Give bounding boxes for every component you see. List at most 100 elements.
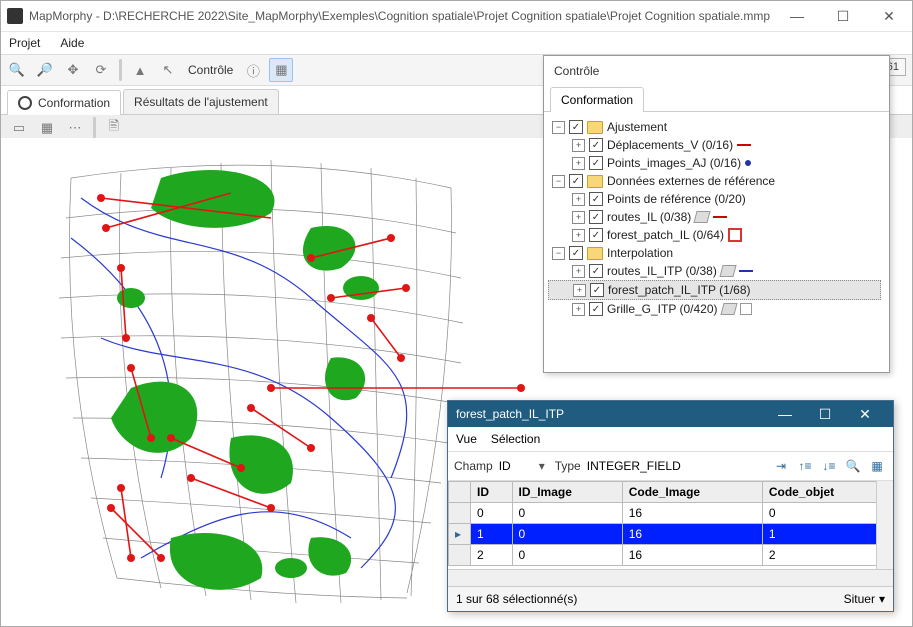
tool-icon[interactable]: ▭ — [7, 116, 31, 140]
expand-icon[interactable]: + — [572, 303, 585, 316]
table-row-selected[interactable]: ▸ 1 0 16 1 — [449, 524, 893, 545]
info-icon[interactable]: ⓘ — [241, 58, 265, 82]
vertical-scrollbar[interactable] — [876, 481, 893, 569]
tree-group-ajustement[interactable]: − Ajustement — [548, 118, 885, 136]
panel-tab-conformation[interactable]: Conformation — [550, 87, 644, 112]
tree-item[interactable]: + routes_IL (0/38) — [548, 208, 885, 226]
zoom-in-icon[interactable]: 🔍 — [5, 58, 29, 82]
champ-value[interactable]: ID — [499, 459, 529, 473]
checkbox[interactable] — [589, 228, 603, 242]
control-panel[interactable]: Contrôle Conformation − Ajustement + Dép… — [543, 55, 890, 373]
table-row[interactable]: 2 0 16 2 — [449, 545, 893, 566]
tool-icon[interactable]: ⋯ — [63, 116, 87, 140]
minimize-button[interactable]: — — [765, 406, 805, 422]
refresh-icon[interactable]: ⟳ — [89, 58, 113, 82]
tree-item[interactable]: + routes_IL_ITP (0/38) — [548, 262, 885, 280]
tab-resultats[interactable]: Résultats de l'ajustement — [123, 89, 279, 114]
close-button[interactable]: ✕ — [845, 406, 885, 423]
column-header[interactable]: ID_Image — [512, 482, 622, 503]
data-window[interactable]: forest_patch_IL_ITP — ☐ ✕ Vue Sélection … — [447, 400, 894, 612]
collapse-icon[interactable]: − — [552, 175, 565, 188]
tab-conformation[interactable]: Conformation — [7, 90, 121, 115]
checkbox[interactable] — [589, 192, 603, 206]
layer-tree[interactable]: − Ajustement + Déplacements_V (0/16) + P… — [544, 112, 889, 372]
chevron-down-icon[interactable]: ▾ — [879, 592, 885, 606]
sort-desc-icon[interactable]: ↓≡ — [819, 456, 839, 476]
sort-asc-icon[interactable]: ↑≡ — [795, 456, 815, 476]
table-icon[interactable]: ▦ — [867, 456, 887, 476]
grid-toggle-icon[interactable]: ▦ — [269, 58, 293, 82]
maximize-button[interactable]: ☐ — [820, 1, 866, 31]
data-grid[interactable]: ID ID_Image Code_Image Code_objet 0 0 16… — [448, 481, 893, 569]
tree-item[interactable]: + Points de référence (0/20) — [548, 190, 885, 208]
tree-item-selected[interactable]: + forest_patch_IL_ITP (1/68) — [548, 280, 881, 300]
tree-group-externes[interactable]: − Données externes de référence — [548, 172, 885, 190]
cell[interactable]: 1 — [762, 524, 892, 545]
tree-item[interactable]: + Points_images_AJ (0/16) — [548, 154, 885, 172]
checkbox[interactable] — [589, 302, 603, 316]
column-header[interactable]: ID — [471, 482, 513, 503]
close-button[interactable]: ✕ — [866, 1, 912, 31]
cell[interactable]: 16 — [622, 524, 762, 545]
column-header[interactable]: Code_Image — [622, 482, 762, 503]
cell[interactable]: 0 — [471, 503, 513, 524]
cell[interactable]: 2 — [471, 545, 513, 566]
collapse-icon[interactable]: − — [552, 247, 565, 260]
checkbox[interactable] — [589, 156, 603, 170]
menu-projet[interactable]: Projet — [5, 34, 44, 52]
cell[interactable]: 0 — [512, 503, 622, 524]
expand-icon[interactable]: + — [572, 229, 585, 242]
expand-icon[interactable]: + — [572, 265, 585, 278]
collapse-icon[interactable]: − — [552, 121, 565, 134]
checkbox[interactable] — [569, 246, 583, 260]
column-header[interactable]: Code_objet — [762, 482, 892, 503]
menu-aide[interactable]: Aide — [56, 34, 88, 52]
row-header[interactable] — [449, 503, 471, 524]
minimize-button[interactable]: — — [774, 1, 820, 31]
tree-item[interactable]: + Déplacements_V (0/16) — [548, 136, 885, 154]
data-window-titlebar[interactable]: forest_patch_IL_ITP — ☐ ✕ — [448, 401, 893, 427]
row-header[interactable] — [449, 545, 471, 566]
tree-item[interactable]: + forest_patch_IL (0/64) — [548, 226, 885, 244]
cell[interactable]: 1 — [471, 524, 513, 545]
sort-icon[interactable]: ⇥ — [771, 456, 791, 476]
checkbox[interactable] — [569, 174, 583, 188]
menu-vue[interactable]: Vue — [456, 432, 477, 446]
legend-swatch — [740, 303, 752, 315]
menu-selection[interactable]: Sélection — [491, 432, 540, 446]
cell[interactable]: 0 — [512, 524, 622, 545]
tree-label: Données externes de référence — [607, 174, 775, 188]
expand-icon[interactable]: + — [573, 284, 586, 297]
horizontal-scrollbar[interactable] — [448, 569, 893, 586]
expand-icon[interactable]: + — [572, 211, 585, 224]
zoom-out-icon[interactable]: 🔎 — [33, 58, 57, 82]
checkbox[interactable] — [589, 210, 603, 224]
cell[interactable]: 0 — [762, 503, 892, 524]
checkbox[interactable] — [569, 120, 583, 134]
row-header[interactable]: ▸ — [449, 524, 471, 545]
table-row[interactable]: 0 0 16 0 — [449, 503, 893, 524]
checkbox[interactable] — [589, 264, 603, 278]
cell[interactable]: 0 — [512, 545, 622, 566]
pan-icon[interactable]: ✥ — [61, 58, 85, 82]
tab-label: Conformation — [38, 96, 110, 110]
tool-icon[interactable]: ▦ — [35, 116, 59, 140]
expand-icon[interactable]: + — [572, 139, 585, 152]
tree-group-interpolation[interactable]: − Interpolation — [548, 244, 885, 262]
checkbox[interactable] — [589, 138, 603, 152]
maximize-button[interactable]: ☐ — [805, 406, 845, 423]
situer-button[interactable]: Situer — [844, 592, 875, 606]
tree-label: Déplacements_V (0/16) — [607, 138, 733, 152]
find-icon[interactable]: 🔍 — [843, 456, 863, 476]
expand-icon[interactable]: + — [572, 193, 585, 206]
select-icon[interactable]: ↖ — [156, 58, 180, 82]
export-icon[interactable]: 🖹 — [102, 116, 126, 140]
pointer-icon[interactable]: ▲ — [128, 58, 152, 82]
cell[interactable]: 2 — [762, 545, 892, 566]
expand-icon[interactable]: + — [572, 157, 585, 170]
cell[interactable]: 16 — [622, 503, 762, 524]
tree-item[interactable]: + Grille_G_ITP (0/420) — [548, 300, 885, 318]
checkbox[interactable] — [590, 283, 604, 297]
champ-dropdown-icon[interactable]: ▾ — [535, 459, 549, 473]
cell[interactable]: 16 — [622, 545, 762, 566]
